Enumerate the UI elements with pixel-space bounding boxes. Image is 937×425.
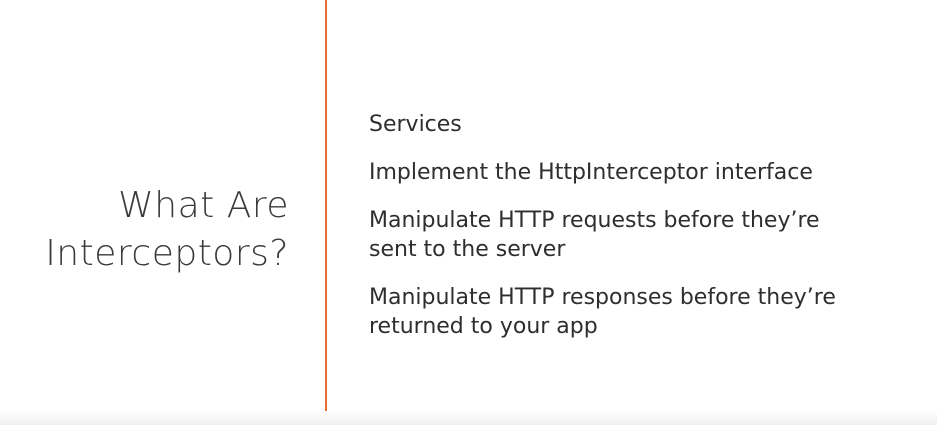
bullet-item-manipulate-responses: Manipulate HTTP responses before they’re… bbox=[369, 283, 925, 341]
vertical-divider bbox=[325, 0, 327, 425]
bullet-list: Services Implement the HttpInterceptor i… bbox=[369, 110, 925, 360]
bullet-requests-line-1: Manipulate HTTP requests before they’re bbox=[369, 208, 820, 233]
bullet-requests-line-2: sent to the server bbox=[369, 237, 566, 262]
slide-title-line-1: What Are bbox=[118, 185, 289, 226]
slide-title: What Are Interceptors? bbox=[45, 182, 289, 278]
bullet-responses-line-1: Manipulate HTTP responses before they’re bbox=[369, 285, 836, 310]
bullet-responses-line-2: returned to your app bbox=[369, 314, 598, 339]
slide: What Are Interceptors? Services Implemen… bbox=[0, 0, 937, 425]
bottom-shade bbox=[0, 411, 937, 425]
slide-title-line-2: Interceptors? bbox=[45, 233, 289, 274]
bullet-item-manipulate-requests: Manipulate HTTP requests before they’re … bbox=[369, 206, 925, 264]
bullet-services-line-1: Services bbox=[369, 112, 462, 137]
bullet-item-implement-interface: Implement the HttpInterceptor interface bbox=[369, 158, 925, 187]
bullet-item-services: Services bbox=[369, 110, 925, 139]
bullet-implement-line-1: Implement the HttpInterceptor interface bbox=[369, 160, 813, 185]
